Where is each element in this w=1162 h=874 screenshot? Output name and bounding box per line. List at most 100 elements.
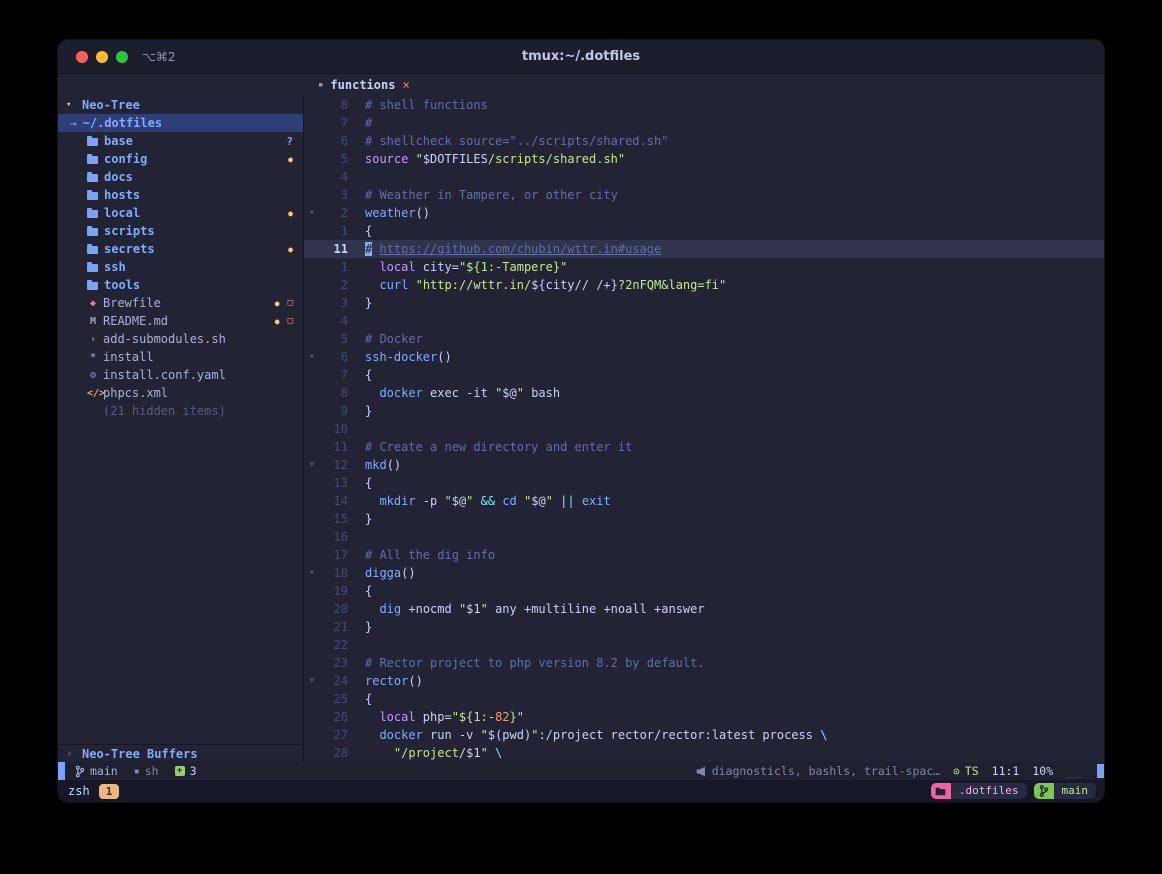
line-number: 9 bbox=[320, 402, 348, 420]
code-line[interactable]: 16 bbox=[304, 528, 1104, 546]
neo-tree-buffers-title: Neo-Tree Buffers bbox=[82, 747, 198, 761]
code-line[interactable]: 5source "$DOTFILES/scripts/shared.sh" bbox=[304, 150, 1104, 168]
markdown-icon: M bbox=[87, 316, 99, 327]
tmux-window-index-badge[interactable]: 1 bbox=[99, 784, 120, 799]
zoom-button[interactable] bbox=[116, 51, 128, 63]
tree-item[interactable]: ⚙install.conf.yaml bbox=[58, 366, 303, 384]
tree-item-label: Brewfile bbox=[103, 296, 161, 310]
code-line[interactable]: 27 docker run -v "$(pwd)":/project recto… bbox=[304, 726, 1104, 744]
tree-item[interactable]: ›add-submodules.sh bbox=[58, 330, 303, 348]
git-status-badges: ● bbox=[288, 245, 293, 254]
code-line[interactable]: 11# Create a new directory and enter it bbox=[304, 438, 1104, 456]
code-line[interactable]: 8 docker exec -it "$@" bash bbox=[304, 384, 1104, 402]
folder-icon bbox=[87, 228, 98, 236]
code-line[interactable]: ▾12mkd() bbox=[304, 456, 1104, 474]
tree-item[interactable]: scripts bbox=[58, 222, 303, 240]
tree-root-label: ~/.dotfiles bbox=[83, 116, 162, 130]
code-line[interactable]: 5# Docker bbox=[304, 330, 1104, 348]
fold-column bbox=[304, 258, 320, 276]
code-line[interactable]: 7# bbox=[304, 114, 1104, 132]
fold-chevron-icon[interactable]: ▾ bbox=[304, 564, 320, 582]
fold-column bbox=[304, 474, 320, 492]
tree-item[interactable]: base? bbox=[58, 132, 303, 150]
tmux-window-name[interactable]: zsh bbox=[68, 784, 90, 798]
code-line[interactable]: ▾24rector() bbox=[304, 672, 1104, 690]
statusline: main ▪ sh + 3 diagnosticls, bashls, trai… bbox=[58, 762, 1104, 780]
window-controls bbox=[58, 51, 128, 63]
code-line[interactable]: 3# Weather in Tampere, or other city bbox=[304, 186, 1104, 204]
code-line[interactable]: 14 mkdir -p "$@" && cd "$@" || exit bbox=[304, 492, 1104, 510]
code-line[interactable]: 17# All the dig info bbox=[304, 546, 1104, 564]
git-status-badge: □ bbox=[288, 316, 293, 326]
code-line[interactable]: 6# shellcheck source="../scripts/shared.… bbox=[304, 132, 1104, 150]
code-line[interactable]: 4 bbox=[304, 168, 1104, 186]
tree-item[interactable]: </>phpcs.xml bbox=[58, 384, 303, 402]
code-line[interactable]: ▾18digga() bbox=[304, 564, 1104, 582]
git-status-badges: ● bbox=[288, 155, 293, 164]
code-line[interactable]: 19{ bbox=[304, 582, 1104, 600]
tree-item[interactable]: tools bbox=[58, 276, 303, 294]
tree-item[interactable]: hosts bbox=[58, 186, 303, 204]
tree-root-item[interactable]: → ~/.dotfiles bbox=[58, 114, 303, 132]
neo-tree-buffers-section[interactable]: › Neo-Tree Buffers bbox=[58, 744, 303, 762]
fold-chevron-icon[interactable]: ▾ bbox=[304, 348, 320, 366]
code-editor[interactable]: 8# shell functions7#6# shellcheck source… bbox=[304, 96, 1104, 762]
tab-functions[interactable]: ▪ functions × bbox=[318, 78, 410, 92]
fold-column bbox=[304, 132, 320, 150]
chevron-right-icon: › bbox=[66, 747, 78, 760]
code-line[interactable]: 4 bbox=[304, 312, 1104, 330]
code-line[interactable]: 26 local php="${1:-82}" bbox=[304, 708, 1104, 726]
code-text: } bbox=[365, 510, 372, 528]
code-line[interactable]: 3} bbox=[304, 294, 1104, 312]
code-line[interactable]: 11# https://github.com/chubin/wttr.in#us… bbox=[304, 240, 1104, 258]
minimize-button[interactable] bbox=[96, 51, 108, 63]
tree-item-label: install.conf.yaml bbox=[103, 368, 226, 382]
tree-item[interactable]: config● bbox=[58, 150, 303, 168]
code-line[interactable]: ▾2weather() bbox=[304, 204, 1104, 222]
code-line[interactable]: ▾6ssh-docker() bbox=[304, 348, 1104, 366]
code-line[interactable]: 23# Rector project to php version 8.2 by… bbox=[304, 654, 1104, 672]
fold-chevron-icon[interactable]: ▾ bbox=[304, 672, 320, 690]
code-line[interactable]: 20 dig +nocmd "$1" any +multiline +noall… bbox=[304, 600, 1104, 618]
tree-item[interactable]: ◆Brewfile●□ bbox=[58, 294, 303, 312]
code-text: rector() bbox=[365, 672, 423, 690]
line-number: 1 bbox=[320, 258, 348, 276]
close-button[interactable] bbox=[76, 51, 88, 63]
line-number: 22 bbox=[320, 636, 348, 654]
code-text: # https://github.com/chubin/wttr.in#usag… bbox=[365, 240, 661, 258]
tree-item[interactable]: local● bbox=[58, 204, 303, 222]
code-line[interactable]: 21} bbox=[304, 618, 1104, 636]
open-folder-arrow-icon: → bbox=[70, 117, 77, 130]
tab-close-icon[interactable]: × bbox=[402, 78, 409, 92]
folder-icon bbox=[87, 174, 98, 182]
code-line[interactable]: 2 curl "http://wttr.in/${city// /+}?2nFQ… bbox=[304, 276, 1104, 294]
tree-item[interactable]: *install bbox=[58, 348, 303, 366]
code-line[interactable]: 1{ bbox=[304, 222, 1104, 240]
code-line[interactable]: 13{ bbox=[304, 474, 1104, 492]
code-line[interactable]: 10 bbox=[304, 420, 1104, 438]
code-line[interactable]: 8# shell functions bbox=[304, 96, 1104, 114]
fold-column bbox=[304, 186, 320, 204]
code-line[interactable]: 9} bbox=[304, 402, 1104, 420]
fold-chevron-icon[interactable]: ▾ bbox=[304, 456, 320, 474]
tree-item[interactable]: ssh bbox=[58, 258, 303, 276]
code-line[interactable]: 1 local city="${1:-Tampere}" bbox=[304, 258, 1104, 276]
fold-chevron-icon[interactable]: ▾ bbox=[304, 204, 320, 222]
code-line[interactable]: 22 bbox=[304, 636, 1104, 654]
line-number: 18 bbox=[320, 564, 348, 582]
code-line[interactable]: 25{ bbox=[304, 690, 1104, 708]
code-line[interactable]: 15} bbox=[304, 510, 1104, 528]
fold-column bbox=[304, 744, 320, 762]
code-line[interactable]: 7{ bbox=[304, 366, 1104, 384]
code-text: # All the dig info bbox=[365, 546, 495, 564]
tree-item[interactable]: docs bbox=[58, 168, 303, 186]
terminal-window: ⌥⌘2 tmux:~/.dotfiles ▪ functions × ▾ Neo… bbox=[58, 40, 1104, 802]
line-number: 14 bbox=[320, 492, 348, 510]
tree-item[interactable]: MREADME.md●□ bbox=[58, 312, 303, 330]
tree-item[interactable]: secrets● bbox=[58, 240, 303, 258]
git-status-badges: ●□ bbox=[275, 298, 293, 308]
line-number: 27 bbox=[320, 726, 348, 744]
folder-icon bbox=[87, 210, 98, 218]
neo-tree-title-row[interactable]: ▾ Neo-Tree bbox=[58, 96, 303, 114]
code-line[interactable]: 28 "/project/$1" \ bbox=[304, 744, 1104, 762]
